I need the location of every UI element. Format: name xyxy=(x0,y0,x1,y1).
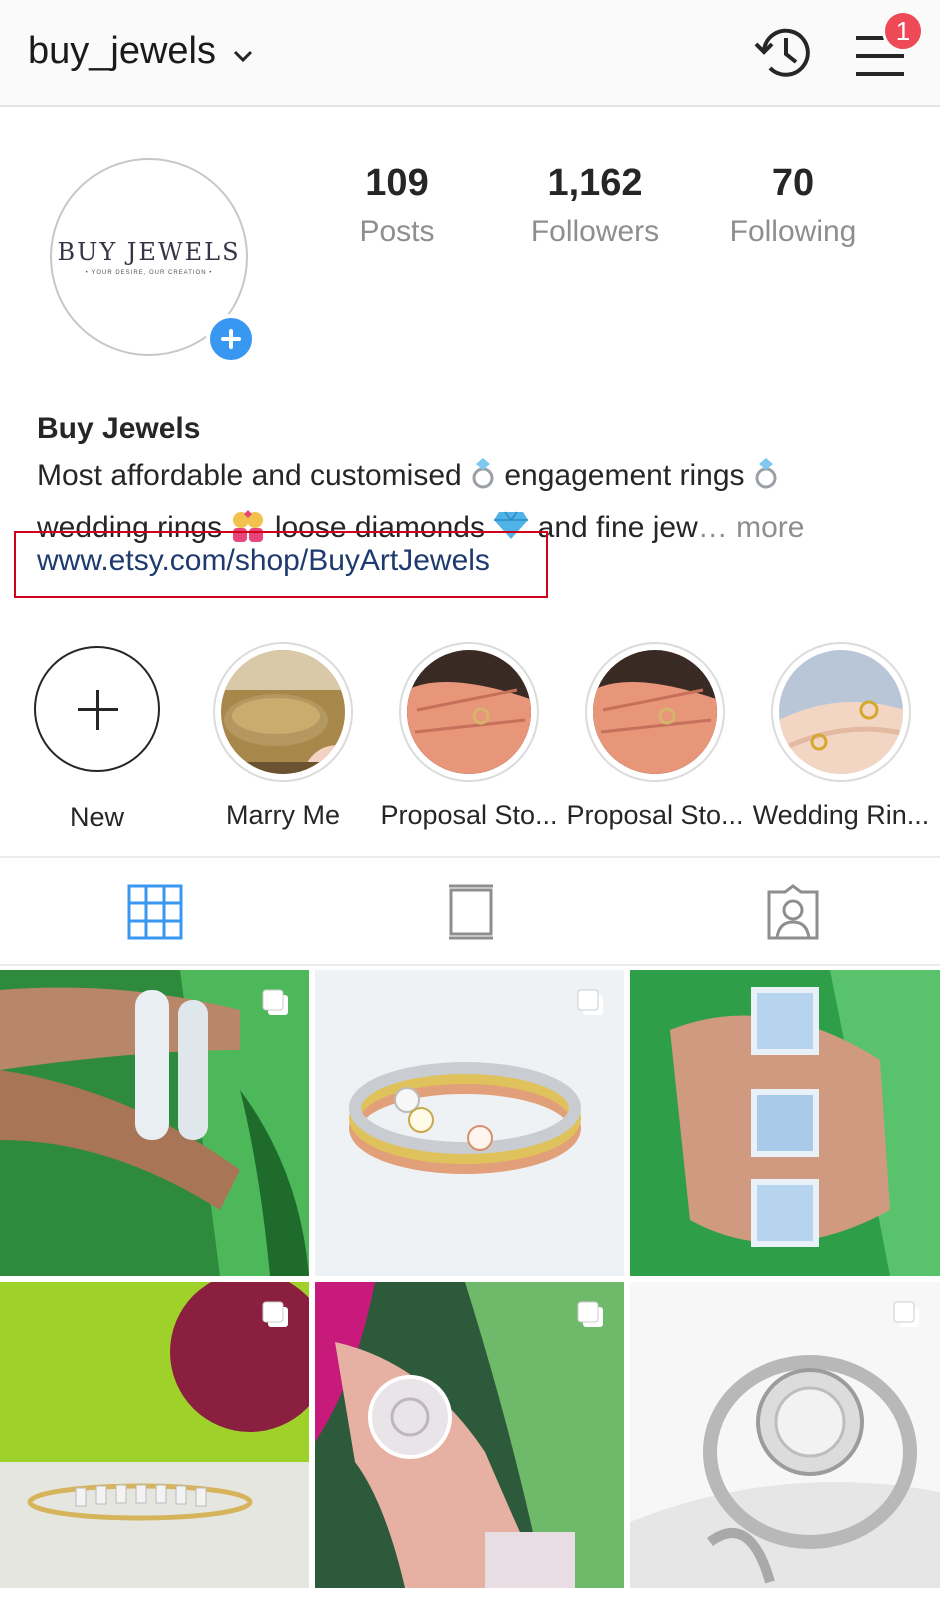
stat-label: Followers xyxy=(530,215,660,248)
grid-post[interactable] xyxy=(315,970,624,1276)
highlight-new[interactable]: New xyxy=(7,642,187,833)
stat-posts[interactable]: 109 Posts xyxy=(307,162,487,249)
website-link[interactable]: www.etsy.com/shop/BuyArtJewels xyxy=(37,544,490,578)
stat-value: 109 xyxy=(365,162,429,204)
feed-icon[interactable] xyxy=(446,884,502,940)
bio-more-link[interactable]: … more xyxy=(698,511,805,544)
grid-post[interactable] xyxy=(630,1282,940,1588)
add-story-icon[interactable] xyxy=(206,314,256,364)
highlight-marry-me[interactable]: Marry Me xyxy=(193,642,373,831)
highlight-label: Proposal Sto... xyxy=(380,800,558,830)
stat-label: Posts xyxy=(359,215,435,248)
highlight-cover xyxy=(221,650,345,774)
avatar-tagline: • YOUR DESIRE, OUR CREATION • xyxy=(85,270,213,276)
highlight-label: Wedding Rin... xyxy=(752,800,930,830)
stat-value: 1,162 xyxy=(547,162,643,204)
multiple-photos-icon xyxy=(576,988,606,1018)
bio-text: Most affordable and customised xyxy=(37,458,462,492)
history-icon[interactable] xyxy=(752,22,816,86)
grid-post[interactable] xyxy=(0,1282,309,1588)
highlight-proposal-2[interactable]: Proposal Sto... xyxy=(565,642,745,831)
top-bar: buy_jewels 1 xyxy=(0,0,940,107)
highlight-wedding-rings[interactable]: Wedding Rin... xyxy=(751,642,931,831)
plus-icon xyxy=(34,646,160,772)
highlight-label: Marry Me xyxy=(226,800,340,830)
multiple-photos-icon xyxy=(261,988,291,1018)
stat-label: Following xyxy=(729,215,857,248)
highlight-cover xyxy=(593,650,717,774)
stat-following[interactable]: 70 Following xyxy=(703,162,883,249)
stat-value: 70 xyxy=(771,162,815,204)
grid-post[interactable] xyxy=(0,970,309,1276)
bio-line-1: Most affordable and customised engagemen… xyxy=(37,456,917,498)
grid-post[interactable] xyxy=(315,1282,624,1588)
avatar-logo-text: BUY JEWELS xyxy=(57,238,241,266)
highlight-cover xyxy=(407,650,531,774)
grid-icon[interactable] xyxy=(127,884,183,940)
ring-emoji-icon xyxy=(753,456,779,498)
ring-emoji-icon xyxy=(470,456,496,498)
multiple-photos-icon xyxy=(261,1300,291,1330)
grid-post[interactable] xyxy=(630,970,940,1276)
highlight-label: Proposal Sto... xyxy=(566,800,744,830)
bio-text: engagement rings xyxy=(504,458,745,492)
highlight-cover xyxy=(779,650,903,774)
highlight-proposal-1[interactable]: Proposal Sto... xyxy=(379,642,559,831)
account-switcher[interactable]: buy_jewels xyxy=(28,30,254,73)
profile-name: Buy Jewels xyxy=(37,412,201,445)
tagged-icon[interactable] xyxy=(765,884,821,940)
chevron-down-icon xyxy=(232,30,254,73)
bio-text: and fine jew xyxy=(537,510,698,544)
stat-followers[interactable]: 1,162 Followers xyxy=(505,162,685,249)
profile-bio: Buy Jewels Most affordable and customise… xyxy=(37,412,917,550)
multiple-photos-icon xyxy=(892,1300,922,1330)
username-label: buy_jewels xyxy=(28,30,216,72)
notification-badge: 1 xyxy=(882,10,924,52)
highlight-label: New xyxy=(69,802,124,832)
multiple-photos-icon xyxy=(576,1300,606,1330)
profile-tabs xyxy=(0,856,940,966)
